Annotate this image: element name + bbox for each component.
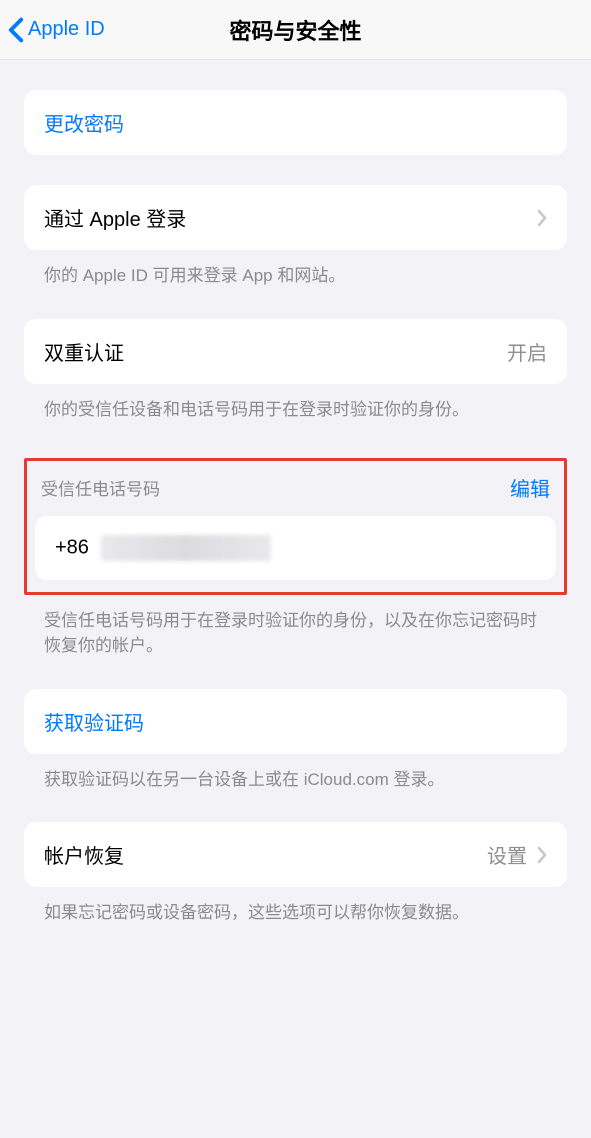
account-recovery-group: 帐户恢复 设置 如果忘记密码或设备密码，这些选项可以帮你恢复数据。 <box>24 822 567 926</box>
navigation-bar: Apple ID 密码与安全性 <box>0 0 591 60</box>
change-password-group: 更改密码 <box>24 90 567 155</box>
sign-in-with-apple-label: 通过 Apple 登录 <box>44 203 186 232</box>
trusted-number-redacted <box>101 535 271 561</box>
trusted-number-prefix: +86 <box>55 537 89 559</box>
sign-in-with-apple-cell[interactable]: 通过 Apple 登录 <box>24 185 567 250</box>
chevron-left-icon <box>8 17 24 43</box>
get-code-cell[interactable]: 获取验证码 <box>24 689 567 754</box>
sign-in-with-apple-caption: 你的 Apple ID 可用来登录 App 和网站。 <box>24 250 567 289</box>
account-recovery-caption: 如果忘记密码或设备密码，这些选项可以帮你恢复数据。 <box>24 887 567 926</box>
two-factor-caption: 你的受信任设备和电话号码用于在登录时验证你的身份。 <box>24 384 567 423</box>
sign-in-with-apple-group: 通过 Apple 登录 你的 Apple ID 可用来登录 App 和网站。 <box>24 185 567 289</box>
get-code-label: 获取验证码 <box>44 707 144 736</box>
trusted-numbers-header-row: 受信任电话号码 编辑 <box>35 473 556 516</box>
account-recovery-value: 设置 <box>487 840 527 869</box>
trusted-numbers-edit-button[interactable]: 编辑 <box>510 473 550 502</box>
change-password-label: 更改密码 <box>44 108 124 137</box>
chevron-right-icon <box>537 209 547 227</box>
trusted-numbers-header: 受信任电话号码 <box>41 475 160 500</box>
trusted-number-value: +86 <box>55 535 271 561</box>
back-label: Apple ID <box>28 18 105 41</box>
get-code-group: 获取验证码 获取验证码以在另一台设备上或在 iCloud.com 登录。 <box>24 689 567 793</box>
page-title: 密码与安全性 <box>229 14 361 46</box>
two-factor-group: 双重认证 开启 你的受信任设备和电话号码用于在登录时验证你的身份。 <box>24 319 567 423</box>
back-button[interactable]: Apple ID <box>8 17 105 43</box>
account-recovery-label: 帐户恢复 <box>44 840 124 869</box>
two-factor-cell[interactable]: 双重认证 开启 <box>24 319 567 384</box>
content: 更改密码 通过 Apple 登录 你的 Apple ID 可用来登录 App 和… <box>0 90 591 966</box>
get-code-caption: 获取验证码以在另一台设备上或在 iCloud.com 登录。 <box>24 754 567 793</box>
change-password-cell[interactable]: 更改密码 <box>24 90 567 155</box>
trusted-numbers-highlight: 受信任电话号码 编辑 +86 <box>24 458 567 595</box>
two-factor-label: 双重认证 <box>44 337 124 366</box>
chevron-right-icon <box>537 846 547 864</box>
trusted-numbers-caption: 受信任电话号码用于在登录时验证你的身份，以及在你忘记密码时恢复你的帐户。 <box>24 595 567 658</box>
account-recovery-cell[interactable]: 帐户恢复 设置 <box>24 822 567 887</box>
trusted-number-cell[interactable]: +86 <box>35 516 556 580</box>
two-factor-value: 开启 <box>507 337 547 366</box>
